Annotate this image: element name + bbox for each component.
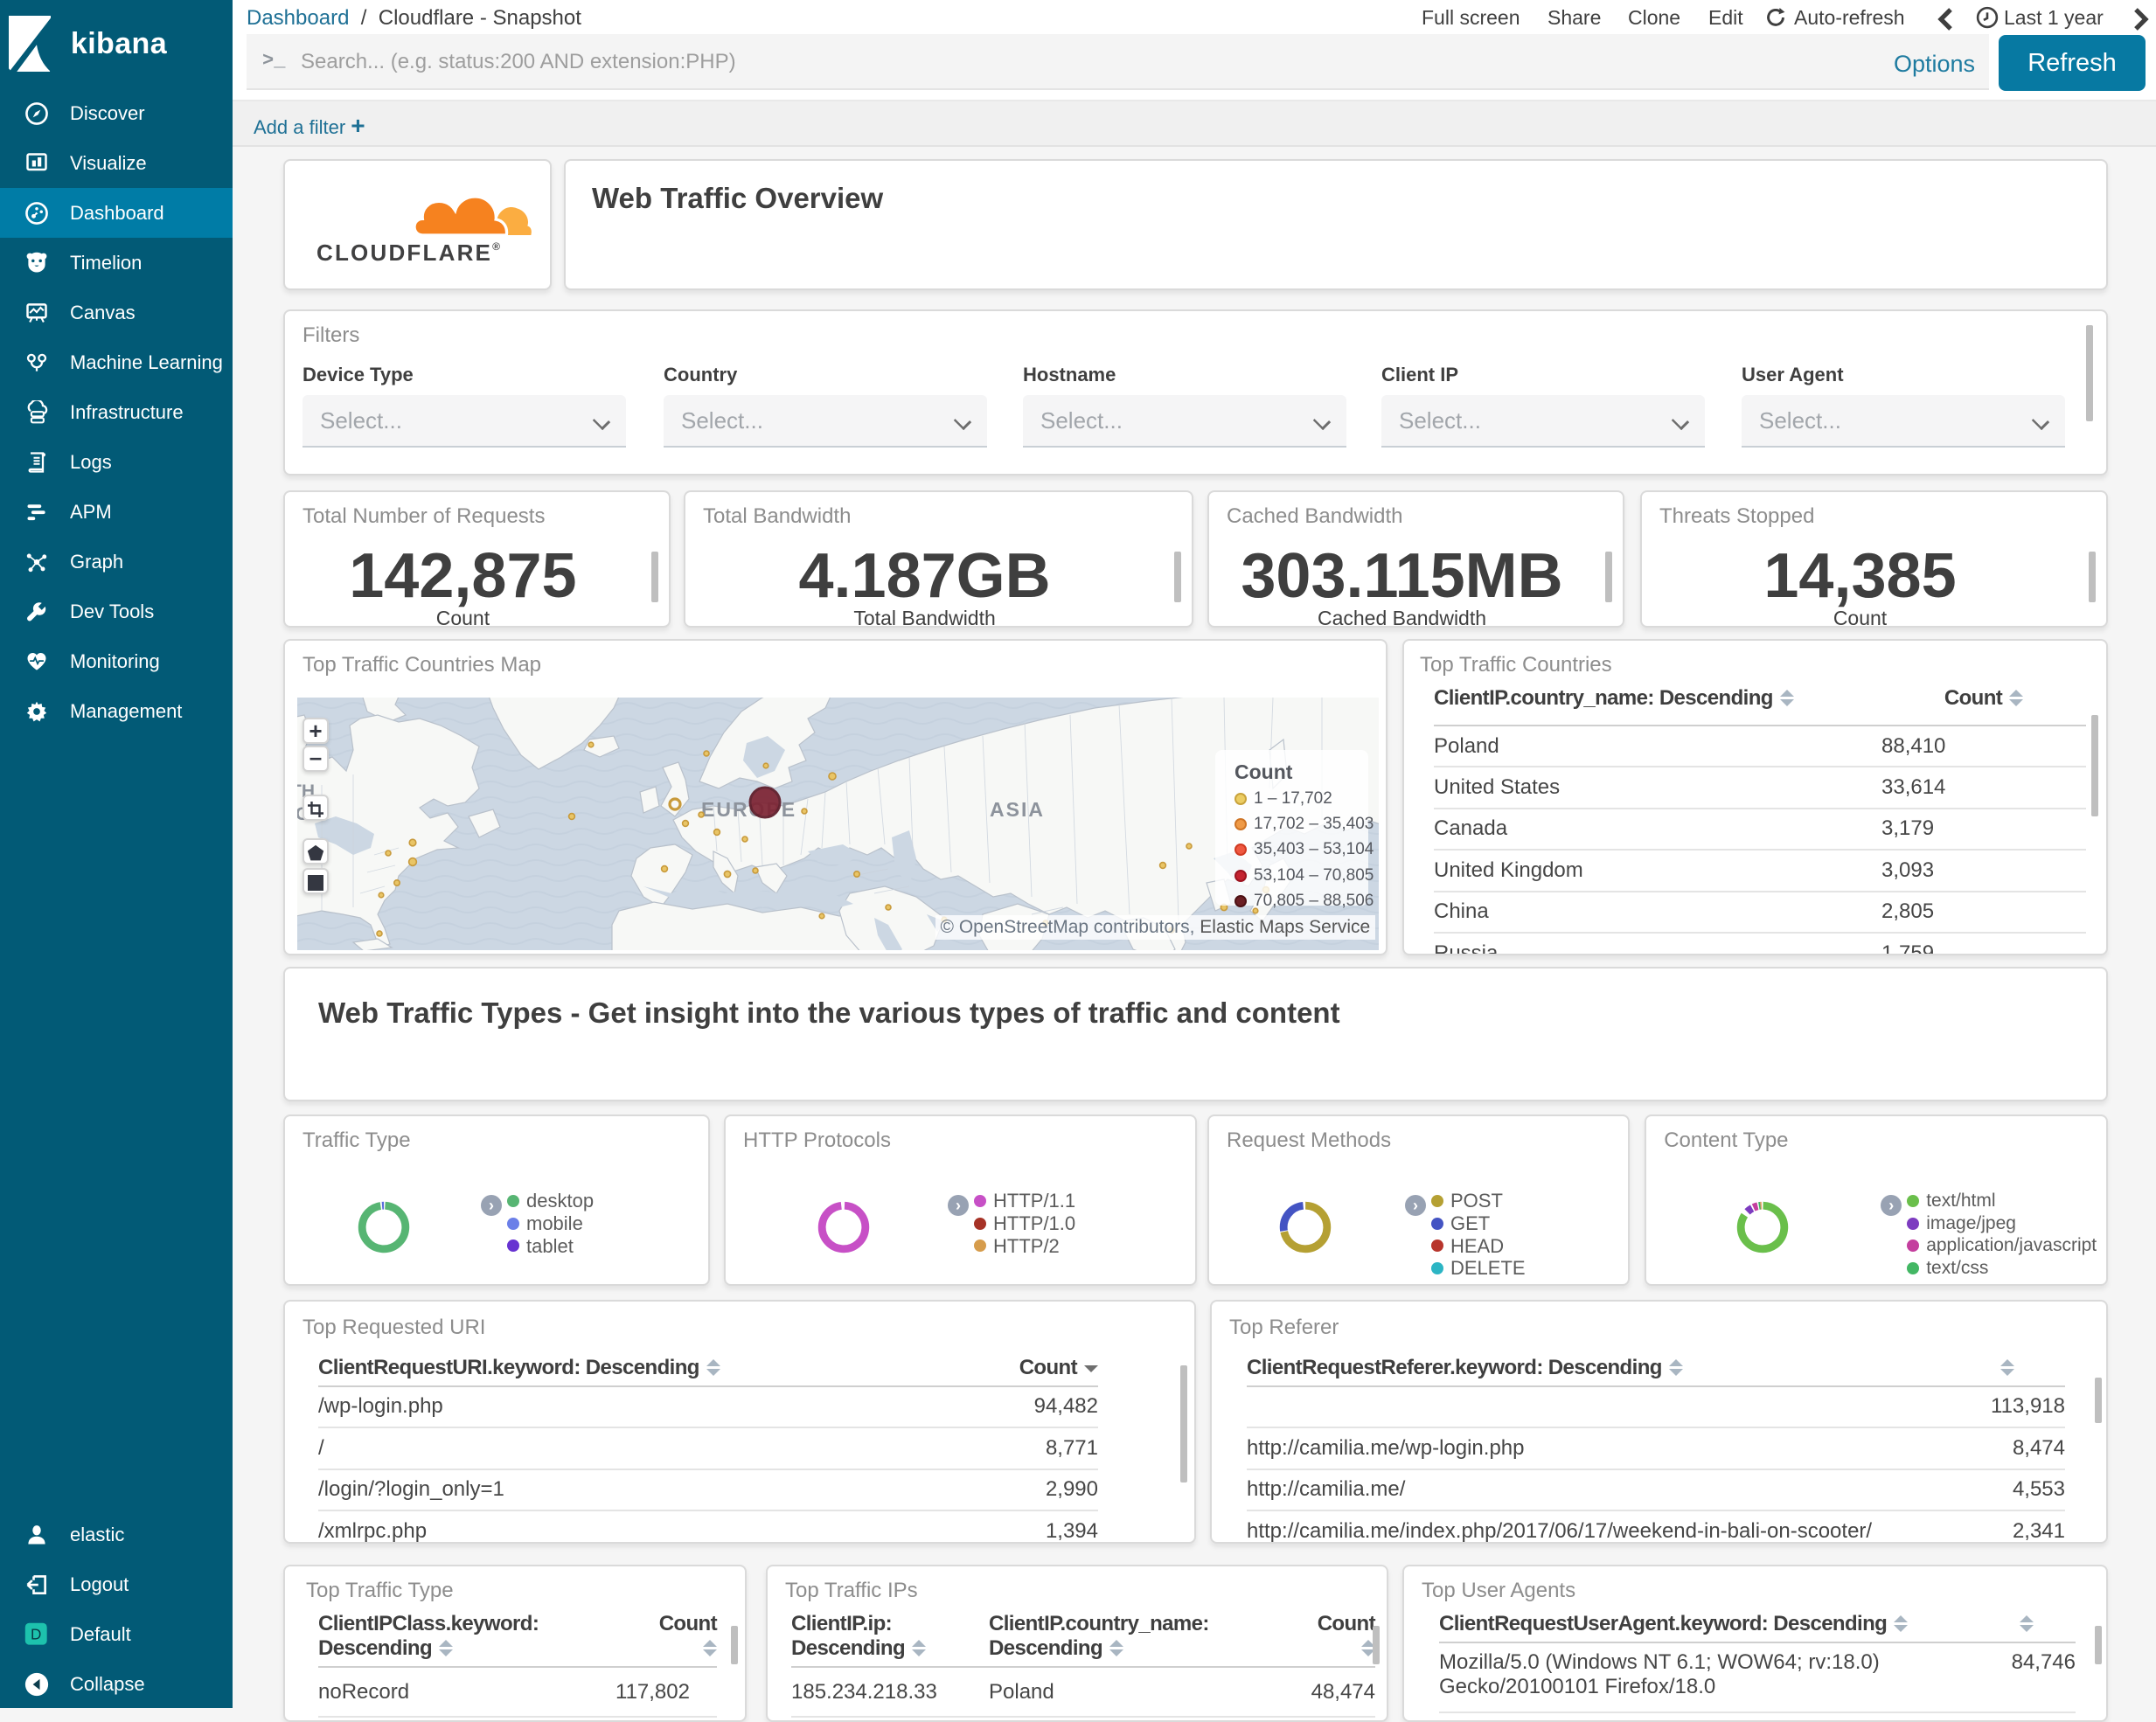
svg-text:ASIA: ASIA	[990, 798, 1045, 821]
svg-text:D: D	[31, 1627, 41, 1643]
